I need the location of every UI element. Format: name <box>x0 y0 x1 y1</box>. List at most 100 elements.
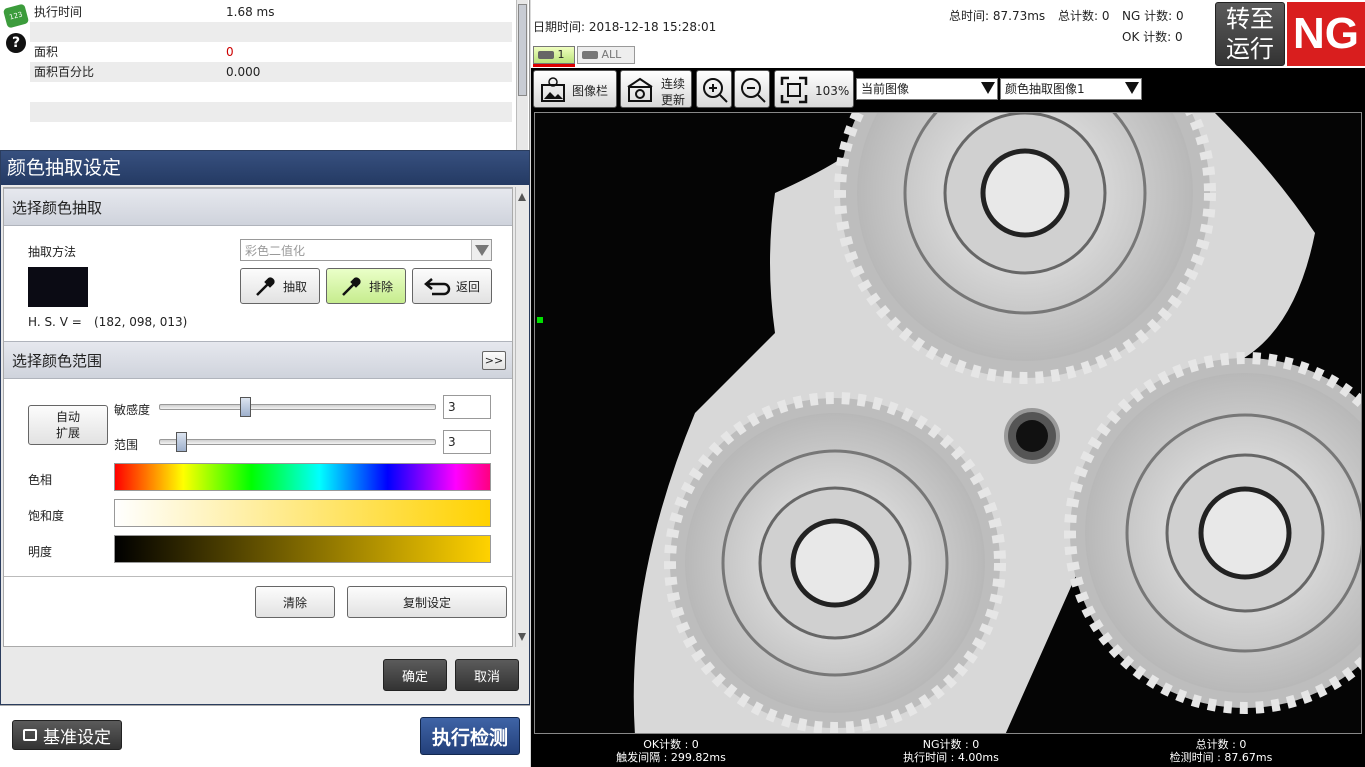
switch-to-run-button[interactable]: 转至 运行 <box>1215 2 1285 66</box>
method-select[interactable]: 彩色二值化 <box>240 239 492 261</box>
table-row <box>30 82 512 102</box>
tab-camera-1[interactable]: 1 <box>533 46 575 64</box>
table-row <box>30 102 512 122</box>
parameter-panel: 123 ? 执行时间 1.68 ms 面积 0 面积百分比 0.000 <box>0 0 530 150</box>
image-toolbar: 图像栏 连续 更新 103% 当前图像 颜色抽取图像1 <box>531 68 1365 110</box>
range-slider[interactable] <box>159 439 436 445</box>
scroll-thumb[interactable] <box>518 4 527 96</box>
table-row <box>30 122 512 142</box>
method-select-value: 彩色二值化 <box>245 244 306 258</box>
parameter-scrollbar[interactable] <box>516 0 528 150</box>
table-row <box>30 22 512 42</box>
hue-label: 色相 <box>28 473 53 487</box>
eyedropper-icon <box>256 277 275 296</box>
info-bar: 日期时间: 2018-12-18 15:28:01 总时间: 87.73ms 总… <box>531 0 1365 68</box>
dialog-title: 颜色抽取设定 <box>1 151 529 185</box>
scroll-down-icon[interactable] <box>518 633 526 641</box>
status-bar: OK计数 : 0 触发间隔 : 299.82ms NG计数 : 0 执行时间 :… <box>531 736 1365 767</box>
base-setting-button[interactable]: 基准设定 <box>12 720 122 750</box>
image-icon <box>541 77 565 102</box>
section-select-color-range: 选择颜色范围 <box>4 341 512 379</box>
image-panel: 日期时间: 2018-12-18 15:28:01 总时间: 87.73ms 总… <box>531 0 1365 767</box>
stat-total: 总计数 : 0 检测时间 : 87.67ms <box>1169 738 1273 764</box>
brightness-label: 明度 <box>28 545 53 559</box>
help-column: 123 ? <box>0 0 30 150</box>
current-image-select[interactable]: 当前图像 <box>856 78 998 100</box>
camera-icon <box>582 51 598 59</box>
total-count-text: 总计数: 0 <box>1058 9 1110 23</box>
gear-image <box>535 113 1361 733</box>
hsv-value: (182, 098, 013) <box>94 315 188 329</box>
color-swatch <box>28 267 88 307</box>
auto-expand-button[interactable]: 自动 扩展 <box>28 405 108 445</box>
zoom-in-icon <box>703 78 728 103</box>
range-input[interactable]: 3 <box>443 430 491 454</box>
ok-button[interactable]: 确定 <box>383 659 447 691</box>
table-row: 面积百分比 0.000 <box>30 62 512 82</box>
dialog-body: 选择颜色抽取 抽取方法 H. S. V = (182, 098, 013) 彩色… <box>3 187 513 647</box>
zoom-out-icon <box>741 78 766 103</box>
expand-button[interactable]: >> <box>482 351 506 370</box>
sensitivity-slider[interactable] <box>159 404 436 410</box>
tab-active-underline <box>533 64 575 67</box>
ok-count-text: OK 计数: 0 <box>1122 30 1183 44</box>
saturation-gradient-bar[interactable] <box>114 499 491 527</box>
tab-camera-all[interactable]: ALL <box>577 46 635 64</box>
sensitivity-slider-thumb[interactable] <box>240 397 251 417</box>
datetime-text: 日期时间: 2018-12-18 15:28:01 <box>533 20 717 34</box>
brightness-gradient-bar[interactable] <box>114 535 491 563</box>
cancel-button[interactable]: 取消 <box>455 659 519 691</box>
section-select-color-extract: 选择颜色抽取 <box>4 188 512 226</box>
area-percent-value: 0.000 <box>226 65 261 79</box>
fit-view-button[interactable]: 103% <box>774 70 854 108</box>
table-row: 面积 0 <box>30 42 512 62</box>
sensitivity-input[interactable]: 3 <box>443 395 491 419</box>
version-badge-icon: 123 <box>2 3 30 29</box>
zoom-level: 103% <box>815 84 850 98</box>
camera-update-icon <box>627 77 653 102</box>
continuous-update-button[interactable]: 连续 更新 <box>620 70 692 108</box>
table-row: 执行时间 1.68 ms <box>30 2 512 22</box>
area-value: 0 <box>226 45 234 59</box>
gear-bottom-left <box>664 392 1006 733</box>
range-slider-thumb[interactable] <box>176 432 187 452</box>
eyedropper-icon <box>342 277 361 296</box>
help-icon[interactable]: ? <box>6 33 26 53</box>
undo-icon <box>424 278 451 296</box>
zoom-in-button[interactable] <box>696 70 732 108</box>
zoom-out-button[interactable] <box>734 70 770 108</box>
fit-screen-icon <box>780 76 808 104</box>
run-detection-button[interactable]: 执行检测 <box>420 717 520 755</box>
chevron-down-icon <box>471 240 491 260</box>
exclude-button[interactable]: 排除 <box>326 268 406 304</box>
stat-ok: OK计数 : 0 触发间隔 : 299.82ms <box>616 738 726 764</box>
method-label: 抽取方法 <box>28 245 77 259</box>
stat-ng: NG计数 : 0 执行时间 : 4.00ms <box>903 738 999 764</box>
exec-time-value: 1.68 ms <box>226 5 275 19</box>
settings-icon <box>23 729 37 741</box>
image-bar-button[interactable]: 图像栏 <box>533 70 617 108</box>
camera-icon <box>538 51 554 59</box>
sensitivity-label: 敏感度 <box>114 403 151 417</box>
hsv-label: H. S. V = <box>28 315 82 329</box>
extract-image-select[interactable]: 颜色抽取图像1 <box>1000 78 1142 100</box>
divider <box>4 576 512 577</box>
chevron-down-icon <box>981 82 995 94</box>
chevron-down-icon <box>1125 82 1139 94</box>
parameter-table: 执行时间 1.68 ms 面积 0 面积百分比 0.000 <box>30 2 512 142</box>
copy-settings-button[interactable]: 复制设定 <box>347 586 507 618</box>
saturation-label: 饱和度 <box>28 509 65 523</box>
bottom-left-bar: 基准设定 执行检测 <box>0 705 530 767</box>
total-time-text: 总时间: 87.73ms <box>949 9 1046 23</box>
ng-count-text: NG 计数: 0 <box>1122 9 1184 23</box>
clear-button[interactable]: 清除 <box>255 586 335 618</box>
camera-image-view[interactable] <box>534 112 1362 734</box>
color-extract-dialog: 颜色抽取设定 选择颜色抽取 抽取方法 H. S. V = (182, 098, … <box>0 150 530 705</box>
dialog-scrollbar[interactable] <box>515 187 527 647</box>
result-indicator: NG <box>1287 2 1365 66</box>
scroll-up-icon[interactable] <box>518 193 526 201</box>
back-button[interactable]: 返回 <box>412 268 492 304</box>
extract-button[interactable]: 抽取 <box>240 268 320 304</box>
range-label: 范围 <box>114 438 139 452</box>
hue-gradient-bar[interactable] <box>114 463 491 491</box>
